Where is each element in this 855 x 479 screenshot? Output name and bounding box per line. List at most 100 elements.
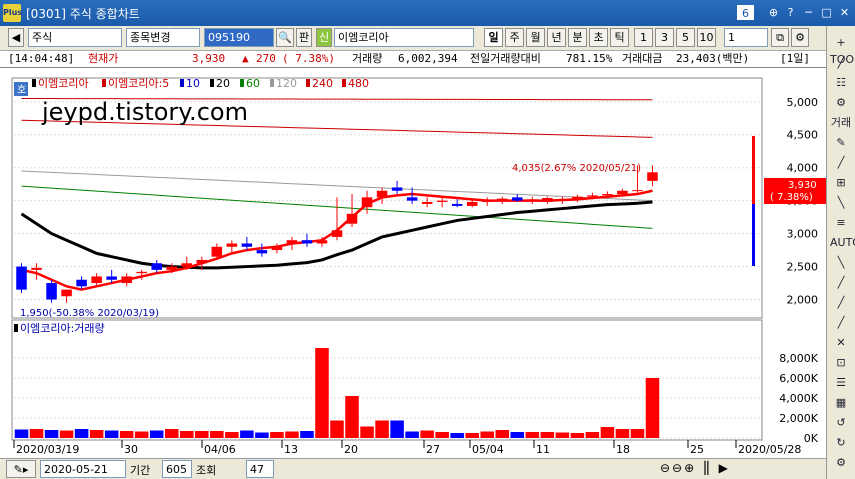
side-tool-10-icon[interactable]: AUTO [830, 234, 855, 251]
close-button[interactable]: ✕ [836, 5, 853, 20]
interval-button-10[interactable]: 10 [697, 28, 716, 47]
legend-ma-label: 60 [246, 77, 260, 90]
side-tool-1-icon[interactable]: ╱ [830, 54, 852, 71]
volume-tick: 6,000K [779, 372, 818, 385]
period-button-4[interactable]: 분 [568, 28, 587, 47]
candle-body [557, 199, 568, 201]
legend-ma-label: 10 [186, 77, 200, 90]
side-tool-11-icon[interactable]: ╲ [830, 254, 852, 271]
chart-area[interactable]: 5,0004,5004,0003,5003,0002,5002,000 8,00… [0, 68, 826, 458]
side-tool-8-icon[interactable]: ╲ [830, 194, 852, 211]
volume-label: 거래량 [352, 52, 383, 65]
period-button-0[interactable]: 일 [484, 28, 503, 47]
volume-bar [270, 432, 284, 438]
market-type-select[interactable]: 주식 [28, 28, 122, 47]
stock-code-input[interactable]: 095190 [204, 28, 274, 47]
side-tool-4-icon[interactable]: 거래 [830, 114, 852, 131]
volume-bar [630, 429, 645, 438]
side-tool-14-icon[interactable]: ╱ [830, 314, 852, 331]
side-tool-15-icon[interactable]: ✕ [830, 334, 852, 351]
period-button-3[interactable]: 년 [547, 28, 566, 47]
side-tool-17-icon[interactable]: ☰ [830, 374, 852, 391]
candle-body [256, 250, 268, 254]
volume-tick: 2,000K [779, 412, 818, 425]
side-tool-7-icon[interactable]: ⊞ [830, 174, 852, 191]
side-tool-5-icon[interactable]: ✎ [830, 134, 852, 151]
volume-bar [435, 432, 449, 438]
side-tool-20-icon[interactable]: ↻ [830, 434, 852, 451]
candle-body [496, 198, 508, 201]
volume-bar [285, 431, 299, 438]
side-tool-21-icon[interactable]: ⚙ [830, 454, 852, 471]
volume-bar [600, 427, 615, 438]
legend-ma-swatch [306, 79, 310, 87]
legend-main-swatch [32, 79, 36, 87]
candle-body [451, 203, 463, 206]
side-tool-19-icon[interactable]: ↺ [830, 414, 852, 431]
right-toolbar: + TOOL╱☷⚙거래✎╱⊞╲≡AUTO╲╱╱╱✕⊡☰▦↺↻⚙ [826, 26, 855, 479]
volume-bar [345, 396, 359, 438]
period-button-1[interactable]: 주 [505, 28, 524, 47]
settings-icon[interactable]: ⚙ [791, 28, 809, 47]
price-tick: 2,000 [787, 294, 819, 307]
stock-chart[interactable]: 5,0004,5004,0003,5003,0002,5002,000 8,00… [0, 68, 826, 458]
help-icon[interactable]: ? [782, 5, 799, 20]
screen-number[interactable]: 6 [737, 5, 754, 20]
legend-price-swatch [102, 79, 106, 87]
date-input[interactable]: 2020-05-21 [40, 460, 126, 478]
interval-button-1[interactable]: 1 [634, 28, 653, 47]
legend-ma-swatch [210, 79, 214, 87]
board-button[interactable]: 판 [296, 28, 312, 47]
side-tool-9-icon[interactable]: ≡ [830, 214, 852, 231]
candle-body [106, 276, 117, 280]
volume-bar [89, 430, 104, 438]
side-tool-3-icon[interactable]: ⚙ [830, 94, 852, 111]
copy-icon[interactable]: ⧉ [771, 28, 789, 47]
interval-button-5[interactable]: 5 [676, 28, 695, 47]
volume-bar [300, 431, 314, 438]
period-button-6[interactable]: 틱 [610, 28, 629, 47]
period-button-2[interactable]: 월 [526, 28, 545, 47]
x-tick-label: 30 [124, 443, 138, 456]
side-tool-18-icon[interactable]: ▦ [830, 394, 852, 411]
candle-body [632, 190, 643, 192]
calendar-icon[interactable]: ✎▸ [6, 460, 36, 478]
price-tick: 2,500 [787, 261, 819, 274]
zoom-controls[interactable]: ⊖⊖⊕▕▏▶ [660, 461, 730, 475]
volume-bar [210, 431, 224, 438]
side-tool-16-icon[interactable]: ⊡ [830, 354, 852, 371]
prev-volume-label: 전일거래량대비 [470, 52, 541, 65]
volume-bar [44, 430, 59, 438]
legend-ma-swatch [270, 79, 274, 87]
count-input[interactable]: 47 [246, 460, 274, 478]
period-input[interactable]: 605 [162, 460, 192, 478]
volume-tick: 0K [804, 432, 819, 445]
legend-ma-label: 120 [276, 77, 297, 90]
volume-tick: 8,000K [779, 352, 818, 365]
volume-bar [240, 430, 254, 438]
volume-bar [225, 432, 239, 438]
side-tool-12-icon[interactable]: ╱ [830, 274, 852, 291]
prev-button[interactable]: ◀ [8, 28, 24, 47]
side-tool-2-icon[interactable]: ☷ [830, 74, 852, 91]
interval-button-3[interactable]: 3 [655, 28, 674, 47]
change-percent: ( 7.38%) [282, 52, 335, 65]
stock-name-field[interactable]: 이엠코리아 [334, 28, 474, 47]
x-tick-label: 2020/05/28 [738, 443, 801, 456]
search-icon[interactable]: 🔍 [276, 28, 294, 47]
volume-bar [149, 430, 164, 438]
legend-volume: 이엠코리아:거래량 [20, 322, 105, 335]
maximize-button[interactable]: □ [818, 5, 835, 20]
search-mode-select[interactable]: 종목변경 [126, 28, 200, 47]
minimize-button[interactable]: ─ [800, 5, 817, 20]
side-tool-0-icon[interactable]: + TOOL [830, 34, 855, 66]
period-button-5[interactable]: 초 [589, 28, 608, 47]
volume-bar [465, 433, 479, 438]
side-tool-6-icon[interactable]: ╱ [830, 154, 852, 171]
volume-bar [585, 432, 600, 438]
pin-icon[interactable]: ⊕ [765, 5, 782, 20]
unit-select[interactable]: 1 [724, 28, 768, 47]
candle-body [301, 240, 313, 244]
x-tick-label: 13 [284, 443, 298, 456]
side-tool-13-icon[interactable]: ╱ [830, 294, 852, 311]
